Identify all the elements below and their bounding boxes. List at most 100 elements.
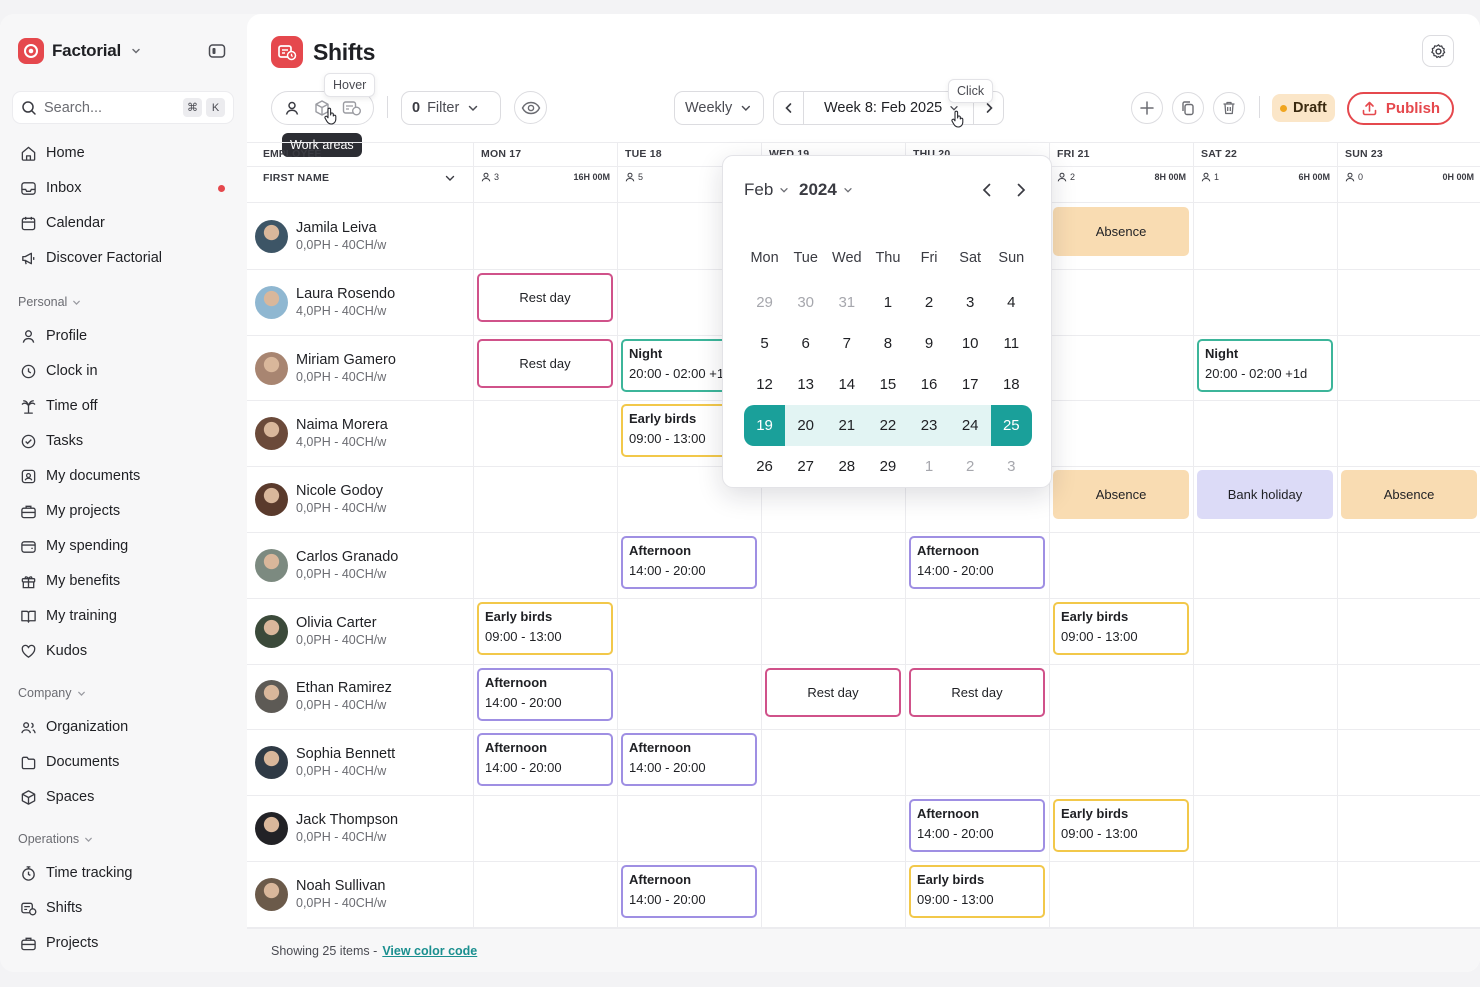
shift-card-after[interactable]: Afternoon 14:00 - 20:00 (621, 536, 757, 589)
shift-card-after[interactable]: Afternoon 14:00 - 20:00 (621, 865, 757, 918)
sidebar-item-my-projects[interactable]: My projects (20, 499, 235, 523)
calendar-day[interactable]: 31 (826, 282, 867, 323)
calendar-day[interactable]: 1 (909, 446, 950, 487)
employee-row[interactable]: Jack Thompson 0,0PH - 40CH/w (255, 808, 398, 848)
sidebar-item-discover-factorial[interactable]: Discover Factorial (20, 246, 235, 270)
next-month-button[interactable] (1011, 180, 1031, 200)
visibility-toggle[interactable] (514, 91, 547, 124)
sidebar-item-documents[interactable]: Documents (20, 750, 235, 774)
add-shift-button[interactable] (1131, 92, 1163, 124)
delete-button[interactable] (1213, 92, 1245, 124)
shift-card-absence[interactable]: Absence (1053, 470, 1189, 519)
shift-card-rest[interactable]: Rest day (765, 668, 901, 717)
calendar-day[interactable]: 1 (867, 282, 908, 323)
shift-card-holiday[interactable]: Bank holiday (1197, 470, 1333, 519)
sidebar-item-inbox[interactable]: Inbox (20, 176, 235, 200)
calendar-day[interactable]: 8 (867, 323, 908, 364)
shift-card-early[interactable]: Early birds 09:00 - 13:00 (909, 865, 1045, 918)
calendar-day[interactable]: 9 (909, 323, 950, 364)
sidebar-item-clock-in[interactable]: Clock in (20, 359, 235, 383)
sidebar-item-tasks[interactable]: Tasks (20, 429, 235, 453)
shift-types-button[interactable] (337, 93, 367, 123)
calendar-day[interactable]: 21 (826, 405, 868, 446)
shift-card-after[interactable]: Afternoon 14:00 - 20:00 (477, 733, 613, 786)
shift-card-after[interactable]: Afternoon 14:00 - 20:00 (909, 799, 1045, 852)
employees-view-button[interactable] (277, 93, 307, 123)
shift-card-after[interactable]: Afternoon 14:00 - 20:00 (477, 668, 613, 721)
calendar-day[interactable]: 24 (949, 405, 991, 446)
sidebar-item-kudos[interactable]: Kudos (20, 639, 235, 663)
sidebar-item-profile[interactable]: Profile (20, 324, 235, 348)
calendar-day[interactable]: 12 (744, 364, 785, 405)
calendar-day[interactable]: 23 (908, 405, 950, 446)
search-input[interactable]: Search... ⌘ K (12, 91, 234, 124)
employee-row[interactable]: Nicole Godoy 0,0PH - 40CH/w (255, 479, 386, 519)
shift-card-after[interactable]: Afternoon 14:00 - 20:00 (909, 536, 1045, 589)
calendar-day[interactable]: 3 (950, 282, 991, 323)
shift-card-early[interactable]: Early birds 09:00 - 13:00 (1053, 799, 1189, 852)
calendar-day[interactable]: 4 (991, 282, 1032, 323)
sidebar-item-projects[interactable]: Projects (20, 931, 235, 955)
sidebar-item-time-off[interactable]: Time off (20, 394, 235, 418)
previous-week-button[interactable] (774, 92, 804, 124)
employee-row[interactable]: Naima Morera 4,0PH - 40CH/w (255, 413, 388, 453)
sidebar-item-my-benefits[interactable]: My benefits (20, 569, 235, 593)
shift-card-absence[interactable]: Absence (1341, 470, 1477, 519)
employee-row[interactable]: Sophia Bennett 0,0PH - 40CH/w (255, 742, 395, 782)
chevron-down-icon[interactable] (443, 171, 457, 185)
calendar-day[interactable]: 30 (785, 282, 826, 323)
calendar-day[interactable]: 29 (744, 282, 785, 323)
shift-card-night[interactable]: Night 20:00 - 02:00 +1d (1197, 339, 1333, 392)
settings-button[interactable] (1422, 35, 1454, 67)
shift-card-absence[interactable]: Absence (1053, 207, 1189, 256)
calendar-day[interactable]: 3 (991, 446, 1032, 487)
shift-card-early[interactable]: Early birds 09:00 - 13:00 (477, 602, 613, 655)
section-operations[interactable]: Operations (18, 832, 94, 846)
calendar-day[interactable]: 29 (867, 446, 908, 487)
calendar-day[interactable]: 11 (991, 323, 1032, 364)
shift-card-rest[interactable]: Rest day (477, 339, 613, 388)
calendar-day[interactable]: 20 (785, 405, 827, 446)
employee-row[interactable]: Miriam Gamero 0,0PH - 40CH/w (255, 348, 396, 388)
employee-row[interactable]: Jamila Leiva 0,0PH - 40CH/w (255, 216, 386, 256)
shift-card-rest[interactable]: Rest day (477, 273, 613, 322)
calendar-day[interactable]: 26 (744, 446, 785, 487)
calendar-day[interactable]: 22 (867, 405, 909, 446)
calendar-day[interactable]: 7 (826, 323, 867, 364)
shift-card-rest[interactable]: Rest day (909, 668, 1045, 717)
employee-row[interactable]: Laura Rosendo 4,0PH - 40CH/w (255, 282, 395, 322)
collapse-sidebar-icon[interactable] (207, 41, 227, 61)
sidebar-item-spaces[interactable]: Spaces (20, 785, 235, 809)
shift-card-after[interactable]: Afternoon 14:00 - 20:00 (621, 733, 757, 786)
sort-first-name-header[interactable]: FIRST NAME (263, 172, 329, 184)
calendar-day[interactable]: 17 (950, 364, 991, 405)
view-select[interactable]: Weekly (674, 91, 764, 125)
calendar-day[interactable]: 10 (950, 323, 991, 364)
month-select[interactable]: Feb (744, 180, 790, 200)
employee-row[interactable]: Carlos Granado 0,0PH - 40CH/w (255, 545, 398, 585)
calendar-day[interactable]: 18 (991, 364, 1032, 405)
section-company[interactable]: Company (18, 686, 87, 700)
view-color-code-link[interactable]: View color code (382, 944, 477, 958)
copy-week-button[interactable] (1172, 92, 1204, 124)
calendar-day[interactable]: 14 (826, 364, 867, 405)
year-select[interactable]: 2024 (799, 180, 854, 200)
calendar-day[interactable]: 28 (826, 446, 867, 487)
shift-card-early[interactable]: Early birds 09:00 - 13:00 (1053, 602, 1189, 655)
sidebar-item-time-tracking[interactable]: Time tracking (20, 861, 235, 885)
calendar-day[interactable]: 2 (950, 446, 991, 487)
section-personal[interactable]: Personal (18, 295, 82, 309)
calendar-day[interactable]: 2 (909, 282, 950, 323)
employee-row[interactable]: Noah Sullivan 0,0PH - 40CH/w (255, 874, 386, 914)
filter-button[interactable]: 0 Filter (401, 91, 501, 125)
calendar-day[interactable]: 25 (990, 405, 1032, 446)
calendar-day[interactable]: 5 (744, 323, 785, 364)
sidebar-item-my-training[interactable]: My training (20, 604, 235, 628)
sidebar-item-calendar[interactable]: Calendar (20, 211, 235, 235)
publish-button[interactable]: Publish (1347, 92, 1454, 125)
week-picker-button[interactable]: Week 8: Feb 2025 (811, 100, 966, 116)
employee-row[interactable]: Olivia Carter 0,0PH - 40CH/w (255, 611, 386, 651)
sidebar-item-home[interactable]: Home (20, 141, 235, 165)
company-switcher[interactable]: Factorial (18, 38, 143, 64)
sidebar-item-my-documents[interactable]: My documents (20, 464, 235, 488)
